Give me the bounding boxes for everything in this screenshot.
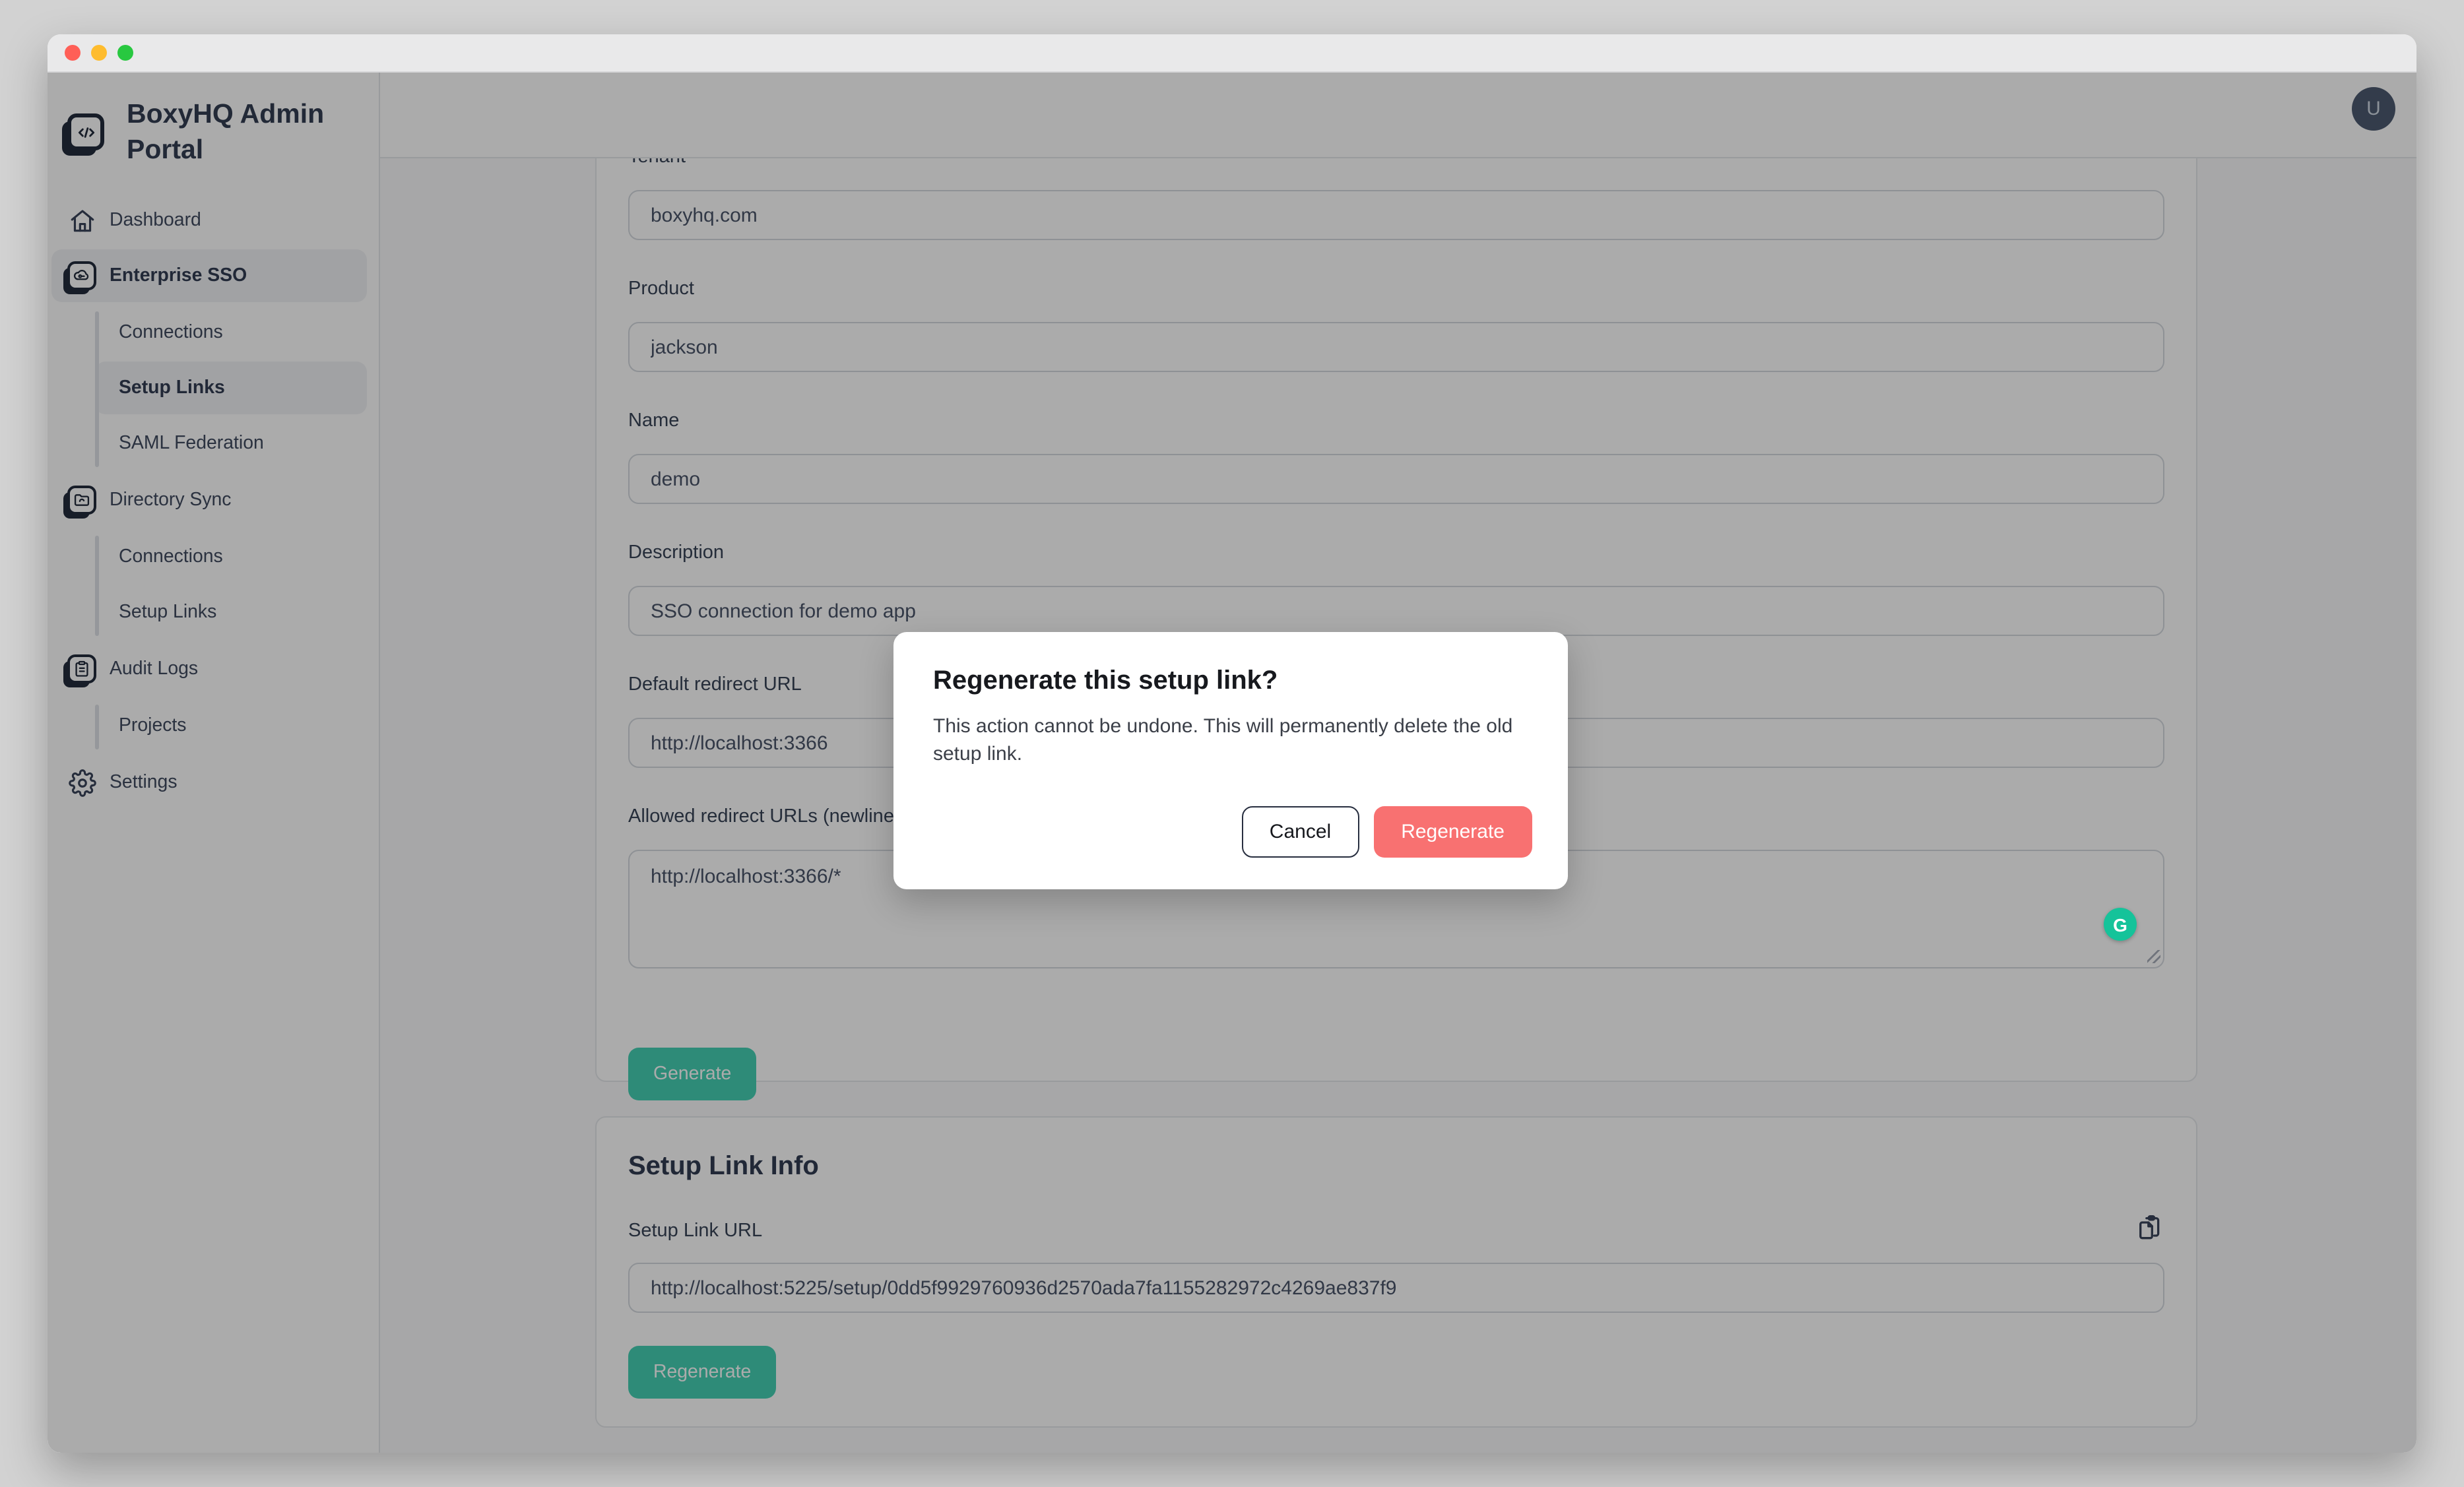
dialog-actions: Cancel Regenerate — [1242, 806, 1532, 858]
cancel-button[interactable]: Cancel — [1242, 806, 1359, 858]
grammarly-badge-icon[interactable]: G — [2104, 908, 2137, 941]
zoom-window-button[interactable] — [117, 45, 133, 61]
minimize-window-button[interactable] — [91, 45, 107, 61]
dialog-title: Regenerate this setup link? — [933, 664, 1532, 698]
close-window-button[interactable] — [65, 45, 81, 61]
confirm-regenerate-button[interactable]: Regenerate — [1373, 806, 1532, 858]
window-titlebar — [48, 34, 2416, 73]
regenerate-confirm-dialog: Regenerate this setup link? This action … — [893, 632, 1568, 889]
dialog-body-text: This action cannot be undone. This will … — [933, 714, 1532, 768]
app-window: BoxyHQ Admin Portal Dashboard — [48, 34, 2416, 1453]
desktop: BoxyHQ Admin Portal Dashboard — [0, 0, 2464, 1487]
